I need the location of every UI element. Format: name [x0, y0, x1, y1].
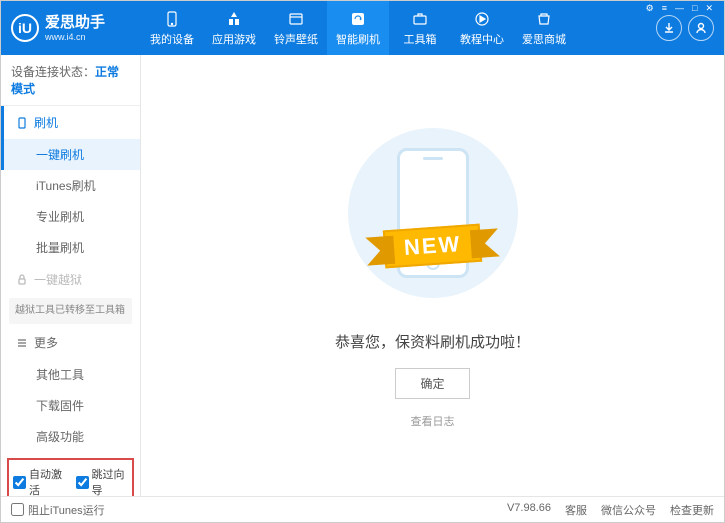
user-button[interactable]: [688, 15, 714, 41]
window-controls: ⚙ ≡ — □ ✕: [643, 3, 716, 14]
sidebar-section-jailbreak[interactable]: 一键越狱: [1, 263, 140, 296]
sidebar-item-batch-flash[interactable]: 批量刷机: [1, 232, 140, 263]
tutorial-icon: [473, 10, 491, 28]
success-message: 恭喜您，保资料刷机成功啦！: [335, 331, 530, 352]
sidebar-item-download-firmware[interactable]: 下载固件: [1, 390, 140, 421]
flash-icon: [349, 10, 367, 28]
logo[interactable]: iU 爱思助手 www.i4.cn: [11, 14, 141, 43]
checkbox-block-itunes[interactable]: 阻止iTunes运行: [11, 502, 105, 518]
connection-status: 设备连接状态：正常模式: [1, 55, 140, 106]
nav-label: 我的设备: [150, 31, 194, 47]
store-icon: [535, 10, 553, 28]
download-button[interactable]: [656, 15, 682, 41]
ok-button[interactable]: 确定: [395, 368, 469, 399]
nav-my-device[interactable]: 我的设备: [141, 1, 203, 55]
settings-icon[interactable]: ⚙: [643, 3, 657, 14]
footer: 阻止iTunes运行 V7.98.66 客服 微信公众号 检查更新: [1, 496, 724, 522]
nav-label: 工具箱: [404, 31, 437, 47]
app-title: 爱思助手: [45, 14, 105, 32]
sidebar-checkbox-group: 自动激活 跳过向导: [7, 458, 134, 496]
minimize-icon[interactable]: —: [672, 3, 687, 14]
apps-icon: [225, 10, 243, 28]
new-ribbon: NEW: [383, 224, 483, 269]
success-illustration: NEW: [343, 123, 523, 303]
top-nav: 我的设备 应用游戏 铃声壁纸 智能刷机 工具箱 教程中心: [141, 1, 656, 55]
sidebar: 设备连接状态：正常模式 刷机 一键刷机 iTunes刷机 专业刷机 批量刷机 一…: [1, 55, 141, 496]
sidebar-item-itunes-flash[interactable]: iTunes刷机: [1, 170, 140, 201]
ringtone-icon: [287, 10, 305, 28]
nav-label: 铃声壁纸: [274, 31, 318, 47]
nav-toolbox[interactable]: 工具箱: [389, 1, 451, 55]
phone-small-icon: [16, 117, 28, 129]
menu-icon[interactable]: ≡: [659, 3, 670, 14]
nav-tutorials[interactable]: 教程中心: [451, 1, 513, 55]
checkbox-skip-setup[interactable]: 跳过向导: [76, 466, 129, 496]
close-icon[interactable]: ✕: [702, 3, 716, 14]
nav-label: 教程中心: [460, 31, 504, 47]
sidebar-item-other-tools[interactable]: 其他工具: [1, 359, 140, 390]
footer-service-link[interactable]: 客服: [565, 502, 587, 518]
sidebar-item-advanced[interactable]: 高级功能: [1, 421, 140, 452]
header: iU 爱思助手 www.i4.cn 我的设备 应用游戏 铃声壁纸 智能刷机: [1, 1, 724, 55]
nav-store[interactable]: 爱思商城: [513, 1, 575, 55]
nav-ringtones[interactable]: 铃声壁纸: [265, 1, 327, 55]
app-subtitle: www.i4.cn: [45, 32, 105, 43]
sidebar-section-more[interactable]: 更多: [1, 326, 140, 359]
lock-icon: [16, 274, 28, 286]
footer-wechat-link[interactable]: 微信公众号: [601, 502, 656, 518]
phone-icon: [163, 10, 181, 28]
logo-icon: iU: [11, 14, 39, 42]
jailbreak-note: 越狱工具已转移至工具箱: [9, 298, 132, 324]
view-log-link[interactable]: 查看日志: [411, 413, 455, 429]
maximize-icon[interactable]: □: [689, 3, 700, 14]
toolbox-icon: [411, 10, 429, 28]
footer-check-update-link[interactable]: 检查更新: [670, 502, 714, 518]
sidebar-section-flash[interactable]: 刷机: [1, 106, 140, 139]
version-label: V7.98.66: [507, 502, 551, 518]
more-icon: [16, 337, 28, 349]
sidebar-item-pro-flash[interactable]: 专业刷机: [1, 201, 140, 232]
main-content: NEW 恭喜您，保资料刷机成功啦！ 确定 查看日志: [141, 55, 724, 496]
sidebar-item-oneclick-flash[interactable]: 一键刷机: [1, 139, 140, 170]
nav-smart-flash[interactable]: 智能刷机: [327, 1, 389, 55]
nav-apps-games[interactable]: 应用游戏: [203, 1, 265, 55]
nav-label: 智能刷机: [336, 31, 380, 47]
checkbox-auto-activate[interactable]: 自动激活: [13, 466, 66, 496]
nav-label: 爱思商城: [522, 31, 566, 47]
nav-label: 应用游戏: [212, 31, 256, 47]
